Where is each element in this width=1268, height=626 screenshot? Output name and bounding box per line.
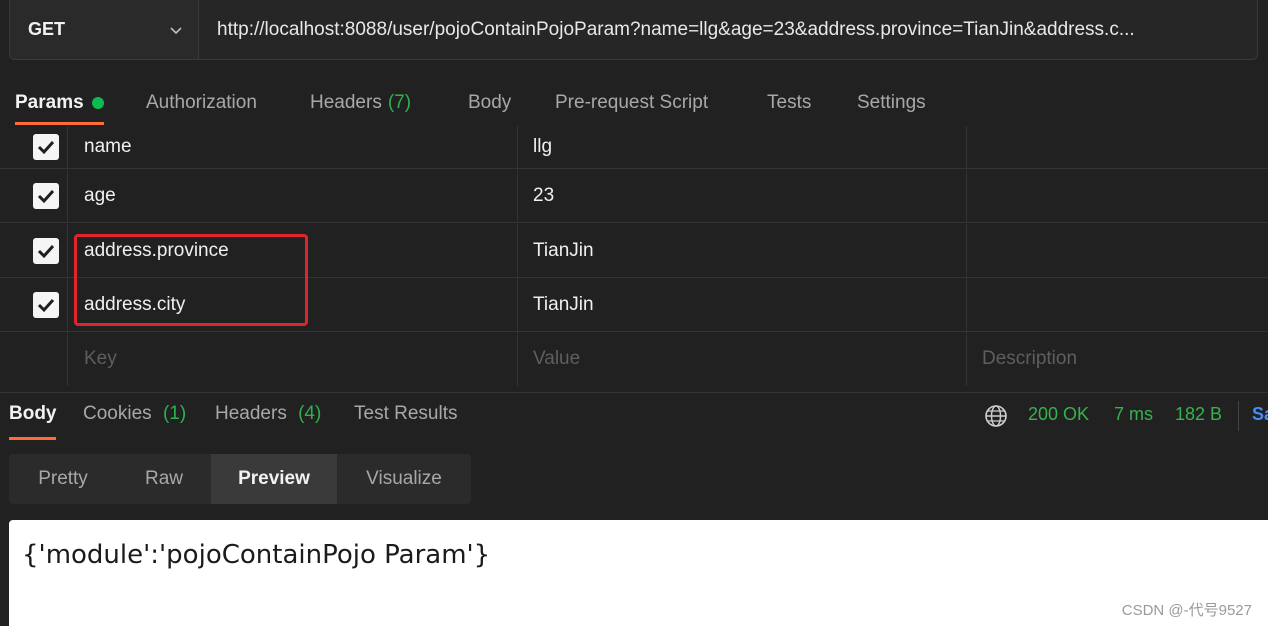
param-row-empty: Key Value Description bbox=[0, 332, 1268, 386]
param-description[interactable] bbox=[967, 169, 1268, 222]
param-row: name llg bbox=[0, 126, 1268, 169]
check-icon bbox=[37, 140, 55, 155]
tab-authorization-label: Authorization bbox=[146, 92, 257, 113]
resp-tab-cookies-label: Cookies bbox=[83, 403, 152, 424]
resp-tab-body[interactable]: Body bbox=[9, 403, 57, 425]
param-check-cell bbox=[0, 126, 68, 168]
preview-body-text: {'module':'pojoContainPojo Param'} bbox=[22, 540, 491, 570]
resp-tab-headers[interactable]: Headers (4) bbox=[215, 403, 321, 425]
param-description[interactable] bbox=[967, 224, 1268, 277]
params-active-dot-icon bbox=[91, 97, 104, 109]
active-tab-indicator bbox=[9, 437, 56, 440]
param-description-placeholder[interactable]: Description bbox=[967, 332, 1268, 386]
param-description[interactable] bbox=[967, 278, 1268, 331]
param-key-placeholder[interactable]: Key bbox=[68, 332, 518, 386]
param-check-cell bbox=[0, 224, 68, 277]
tab-tests[interactable]: Tests bbox=[767, 83, 811, 123]
param-value[interactable]: llg bbox=[518, 126, 967, 168]
chevron-down-icon bbox=[170, 26, 182, 34]
param-value[interactable]: TianJin bbox=[518, 278, 967, 331]
tab-headers[interactable]: Headers (7) bbox=[310, 83, 411, 123]
response-time[interactable]: 7 ms bbox=[1114, 404, 1153, 425]
param-key[interactable]: address.city bbox=[68, 278, 518, 331]
request-bar: GET http://localhost:8088/user/pojoConta… bbox=[9, 0, 1258, 60]
tab-settings[interactable]: Settings bbox=[857, 83, 926, 123]
param-value-placeholder[interactable]: Value bbox=[518, 332, 967, 386]
param-value[interactable]: 23 bbox=[518, 169, 967, 222]
resp-tab-cookies-count: (1) bbox=[162, 403, 187, 424]
response-preview: {'module':'pojoContainPojo Param'} bbox=[9, 520, 1268, 626]
tab-settings-label: Settings bbox=[857, 92, 926, 113]
tab-tests-label: Tests bbox=[767, 92, 812, 113]
params-table: name llg age 23 address.province TianJin bbox=[0, 126, 1268, 386]
status-code[interactable]: 200 OK bbox=[1028, 404, 1089, 425]
watermark: CSDN @-代号9527 bbox=[1121, 602, 1252, 619]
param-check-cell bbox=[0, 332, 68, 386]
param-checkbox[interactable] bbox=[33, 237, 59, 264]
param-checkbox[interactable] bbox=[33, 134, 59, 160]
postman-window: GET http://localhost:8088/user/pojoConta… bbox=[0, 0, 1268, 626]
param-row: age 23 bbox=[0, 169, 1268, 223]
divider bbox=[1238, 401, 1239, 431]
param-key[interactable]: address.province bbox=[68, 224, 518, 277]
tab-headers-count: (7) bbox=[387, 92, 412, 113]
view-pretty[interactable]: Pretty bbox=[9, 454, 117, 504]
request-tabs: Params Authorization Headers (7) Body Pr… bbox=[0, 80, 1268, 126]
view-visualize[interactable]: Visualize bbox=[337, 454, 471, 504]
tab-headers-label: Headers bbox=[310, 92, 382, 113]
method-label: GET bbox=[28, 19, 66, 39]
param-checkbox[interactable] bbox=[33, 291, 59, 318]
param-row: address.city TianJin bbox=[0, 278, 1268, 332]
check-icon bbox=[37, 189, 55, 203]
tab-body-label: Body bbox=[468, 92, 512, 113]
view-switcher: Pretty Raw Preview Visualize bbox=[9, 454, 471, 504]
method-select[interactable]: GET bbox=[10, 0, 199, 59]
tab-pre-request-script-label: Pre-request Script bbox=[555, 92, 709, 113]
check-icon bbox=[37, 244, 55, 258]
check-icon bbox=[37, 298, 55, 312]
param-value[interactable]: TianJin bbox=[518, 224, 967, 277]
resp-tab-headers-count: (4) bbox=[298, 403, 322, 424]
tab-authorization[interactable]: Authorization bbox=[146, 83, 257, 123]
tab-params[interactable]: Params bbox=[15, 83, 104, 125]
param-row: address.province TianJin bbox=[0, 224, 1268, 278]
response-tabs: Body Cookies (1) Headers (4) Test Result… bbox=[0, 392, 1268, 440]
param-check-cell bbox=[0, 169, 68, 222]
resp-tab-headers-label: Headers bbox=[215, 403, 287, 424]
tab-body[interactable]: Body bbox=[468, 83, 511, 123]
tab-params-label: Params bbox=[15, 92, 84, 113]
resp-tab-test-results[interactable]: Test Results bbox=[354, 403, 457, 425]
active-tab-indicator bbox=[15, 122, 104, 125]
param-key[interactable]: age bbox=[68, 169, 518, 222]
globe-icon[interactable] bbox=[984, 404, 1008, 428]
view-preview[interactable]: Preview bbox=[211, 454, 337, 504]
url-input[interactable]: http://localhost:8088/user/pojoContainPo… bbox=[199, 0, 1257, 59]
param-key[interactable]: name bbox=[68, 126, 518, 168]
tab-pre-request-script[interactable]: Pre-request Script bbox=[555, 83, 708, 123]
param-checkbox[interactable] bbox=[33, 182, 59, 209]
response-size[interactable]: 182 B bbox=[1175, 404, 1222, 425]
resp-tab-cookies[interactable]: Cookies (1) bbox=[83, 403, 186, 425]
save-response-button[interactable]: Sa bbox=[1252, 404, 1268, 425]
param-check-cell bbox=[0, 278, 68, 331]
view-raw[interactable]: Raw bbox=[117, 454, 211, 504]
param-description[interactable] bbox=[967, 126, 1268, 168]
